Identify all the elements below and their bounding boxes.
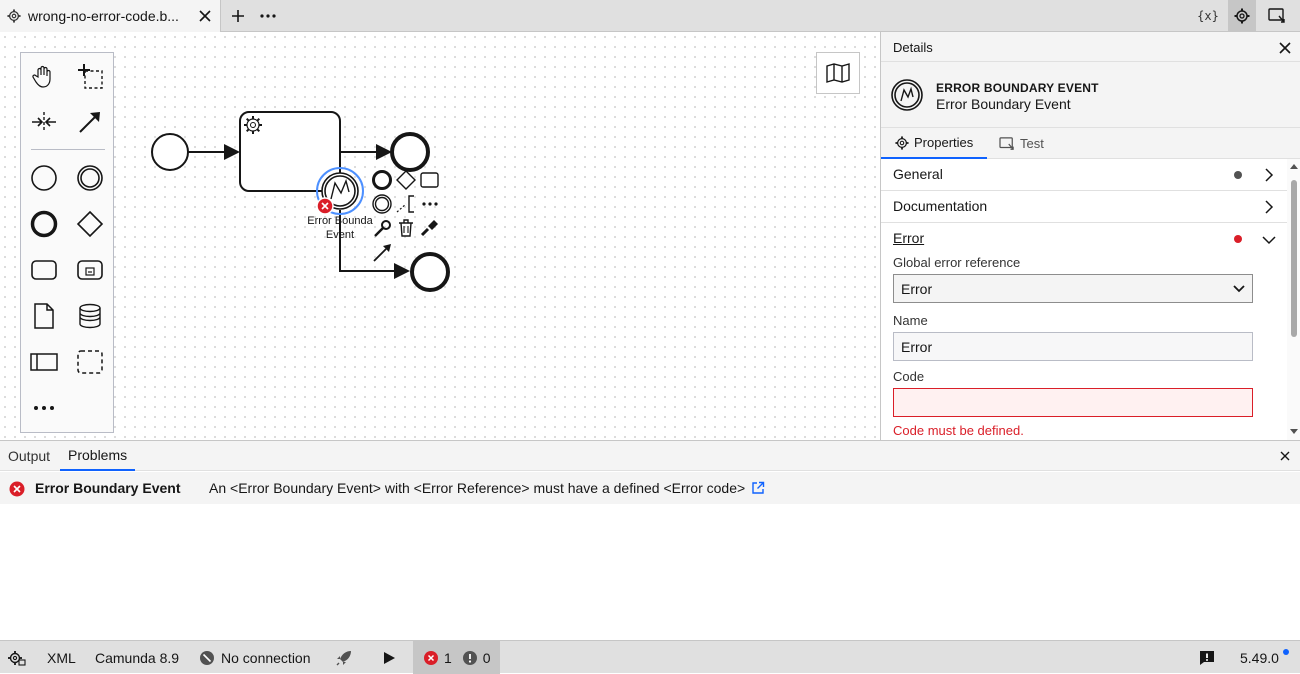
problem-row[interactable]: Error Boundary Event An <Error Boundary … bbox=[0, 472, 1300, 504]
end-event[interactable] bbox=[390, 132, 430, 172]
tab-properties-label: Properties bbox=[914, 135, 974, 150]
deploy-rocket-icon[interactable] bbox=[335, 641, 353, 674]
global-error-reference-label: Global error reference bbox=[893, 255, 1021, 270]
start-instance-play-icon[interactable] bbox=[382, 641, 396, 674]
global-error-reference-select[interactable]: Error bbox=[893, 274, 1253, 303]
panel-scrollbar[interactable] bbox=[1287, 159, 1300, 440]
status-bar: XML Camunda 8.9 No connection 1 0 5.49.0 bbox=[0, 640, 1300, 674]
connection-status-label: No connection bbox=[221, 649, 311, 666]
settings-icon bbox=[6, 8, 22, 24]
validation-error-marker-icon bbox=[316, 197, 334, 215]
problem-message: An <Error Boundary Event> with <Error Re… bbox=[209, 480, 746, 496]
bpmn-diagram: Error Bounda Event bbox=[151, 111, 450, 292]
change-type-wrench-icon[interactable] bbox=[374, 220, 391, 237]
tab-output-label: Output bbox=[8, 448, 51, 464]
error-count: 1 bbox=[444, 649, 452, 666]
log-tabs: Output Problems bbox=[0, 441, 1300, 471]
name-input-value: Error bbox=[901, 338, 933, 355]
close-tab-icon[interactable] bbox=[197, 8, 213, 24]
warning-count: 0 bbox=[482, 649, 491, 666]
properties-panel-toggle-icon[interactable] bbox=[1228, 0, 1256, 32]
tab-bar: wrong-no-error-code.b... {x} bbox=[0, 0, 1300, 32]
name-input[interactable]: Error bbox=[893, 332, 1253, 361]
group-data-indicator bbox=[1234, 171, 1242, 179]
engine-version[interactable]: Camunda 8.9 bbox=[95, 641, 179, 674]
color-picker-brush-icon[interactable] bbox=[420, 220, 438, 237]
more-tabs-icon[interactable] bbox=[258, 7, 278, 25]
code-error-message: Code must be defined. bbox=[893, 423, 1024, 438]
append-task-icon[interactable] bbox=[420, 172, 439, 188]
element-type: ERROR BOUNDARY EVENT bbox=[936, 81, 1099, 95]
boundary-event-label: Error Bounda bbox=[307, 215, 373, 227]
append-text-annotation-icon[interactable] bbox=[396, 195, 414, 213]
tab-title: wrong-no-error-code.b... bbox=[28, 8, 179, 24]
name-label: Name bbox=[893, 313, 928, 328]
delete-trash-icon[interactable] bbox=[399, 219, 413, 237]
context-pad bbox=[372, 170, 439, 262]
group-error-indicator bbox=[1234, 235, 1242, 243]
warning-count-icon bbox=[462, 650, 477, 665]
group-documentation-label: Documentation bbox=[893, 198, 988, 214]
problems-counter[interactable]: 1 0 bbox=[413, 641, 500, 674]
append-gateway-icon[interactable] bbox=[396, 170, 416, 190]
group-documentation[interactable]: Documentation bbox=[881, 191, 1287, 223]
chevron-down-icon bbox=[1262, 230, 1276, 245]
chevron-down-icon bbox=[1233, 284, 1245, 293]
panel-title: Details bbox=[893, 40, 933, 55]
log-panel: Output Problems Error Boundary Event An … bbox=[0, 440, 1300, 640]
file-format[interactable]: XML bbox=[47, 641, 76, 674]
tab-properties[interactable]: Properties bbox=[881, 128, 987, 159]
properties-panel: Details ERROR BOUNDARY EVENT Error Bound… bbox=[880, 32, 1300, 440]
update-available-indicator bbox=[1283, 649, 1289, 655]
disconnected-icon bbox=[200, 650, 214, 665]
tab-output[interactable]: Output bbox=[0, 441, 58, 471]
feedback-icon[interactable] bbox=[1199, 641, 1215, 674]
connect-arrow-icon[interactable] bbox=[373, 244, 391, 262]
tab-problems[interactable]: Problems bbox=[60, 441, 136, 471]
group-error[interactable]: Error bbox=[881, 223, 1287, 255]
element-header: ERROR BOUNDARY EVENT Error Boundary Even… bbox=[881, 62, 1300, 128]
chevron-right-icon bbox=[1264, 166, 1274, 182]
test-icon bbox=[999, 136, 1015, 151]
connection-status[interactable]: No connection bbox=[200, 641, 311, 674]
element-name: Error Boundary Event bbox=[936, 96, 1071, 112]
panel-tabs: Properties Test bbox=[881, 128, 1300, 159]
error-count-icon bbox=[424, 650, 438, 665]
tab-test-label: Test bbox=[1020, 136, 1044, 151]
code-label: Code bbox=[893, 369, 925, 384]
gear-icon bbox=[895, 135, 909, 150]
service-task[interactable] bbox=[239, 111, 341, 192]
variables-icon[interactable]: {x} bbox=[1197, 7, 1219, 25]
deployment-settings-icon[interactable] bbox=[8, 641, 26, 674]
boundary-event-label: Event bbox=[326, 229, 354, 241]
close-panel-icon[interactable] bbox=[1279, 38, 1291, 54]
diagram-canvas[interactable]: Error Bounda Event bbox=[0, 32, 880, 440]
end-event[interactable] bbox=[410, 252, 450, 292]
group-general[interactable]: General bbox=[881, 159, 1287, 191]
error-icon bbox=[9, 481, 25, 497]
external-link-icon[interactable] bbox=[751, 481, 765, 495]
chevron-right-icon bbox=[1264, 198, 1274, 214]
app-version[interactable]: 5.49.0 bbox=[1240, 641, 1279, 674]
close-log-icon[interactable] bbox=[1280, 451, 1290, 461]
tab-problems-label: Problems bbox=[68, 447, 128, 463]
problem-element: Error Boundary Event bbox=[35, 480, 181, 496]
group-error-label: Error bbox=[893, 230, 925, 246]
append-end-event-icon[interactable] bbox=[372, 170, 392, 190]
test-panel-icon[interactable] bbox=[1266, 7, 1288, 25]
new-tab-icon[interactable] bbox=[229, 7, 247, 25]
select-value: Error bbox=[901, 280, 933, 297]
code-input[interactable] bbox=[893, 388, 1253, 417]
tab-test[interactable]: Test bbox=[999, 128, 1069, 159]
append-intermediate-event-icon[interactable] bbox=[372, 194, 392, 214]
error-boundary-event-icon bbox=[891, 79, 923, 111]
file-tab[interactable]: wrong-no-error-code.b... bbox=[0, 0, 221, 32]
start-event[interactable] bbox=[151, 133, 189, 171]
panel-header: Details bbox=[881, 32, 1300, 62]
group-general-label: General bbox=[893, 166, 943, 182]
more-options-icon[interactable] bbox=[422, 202, 438, 206]
